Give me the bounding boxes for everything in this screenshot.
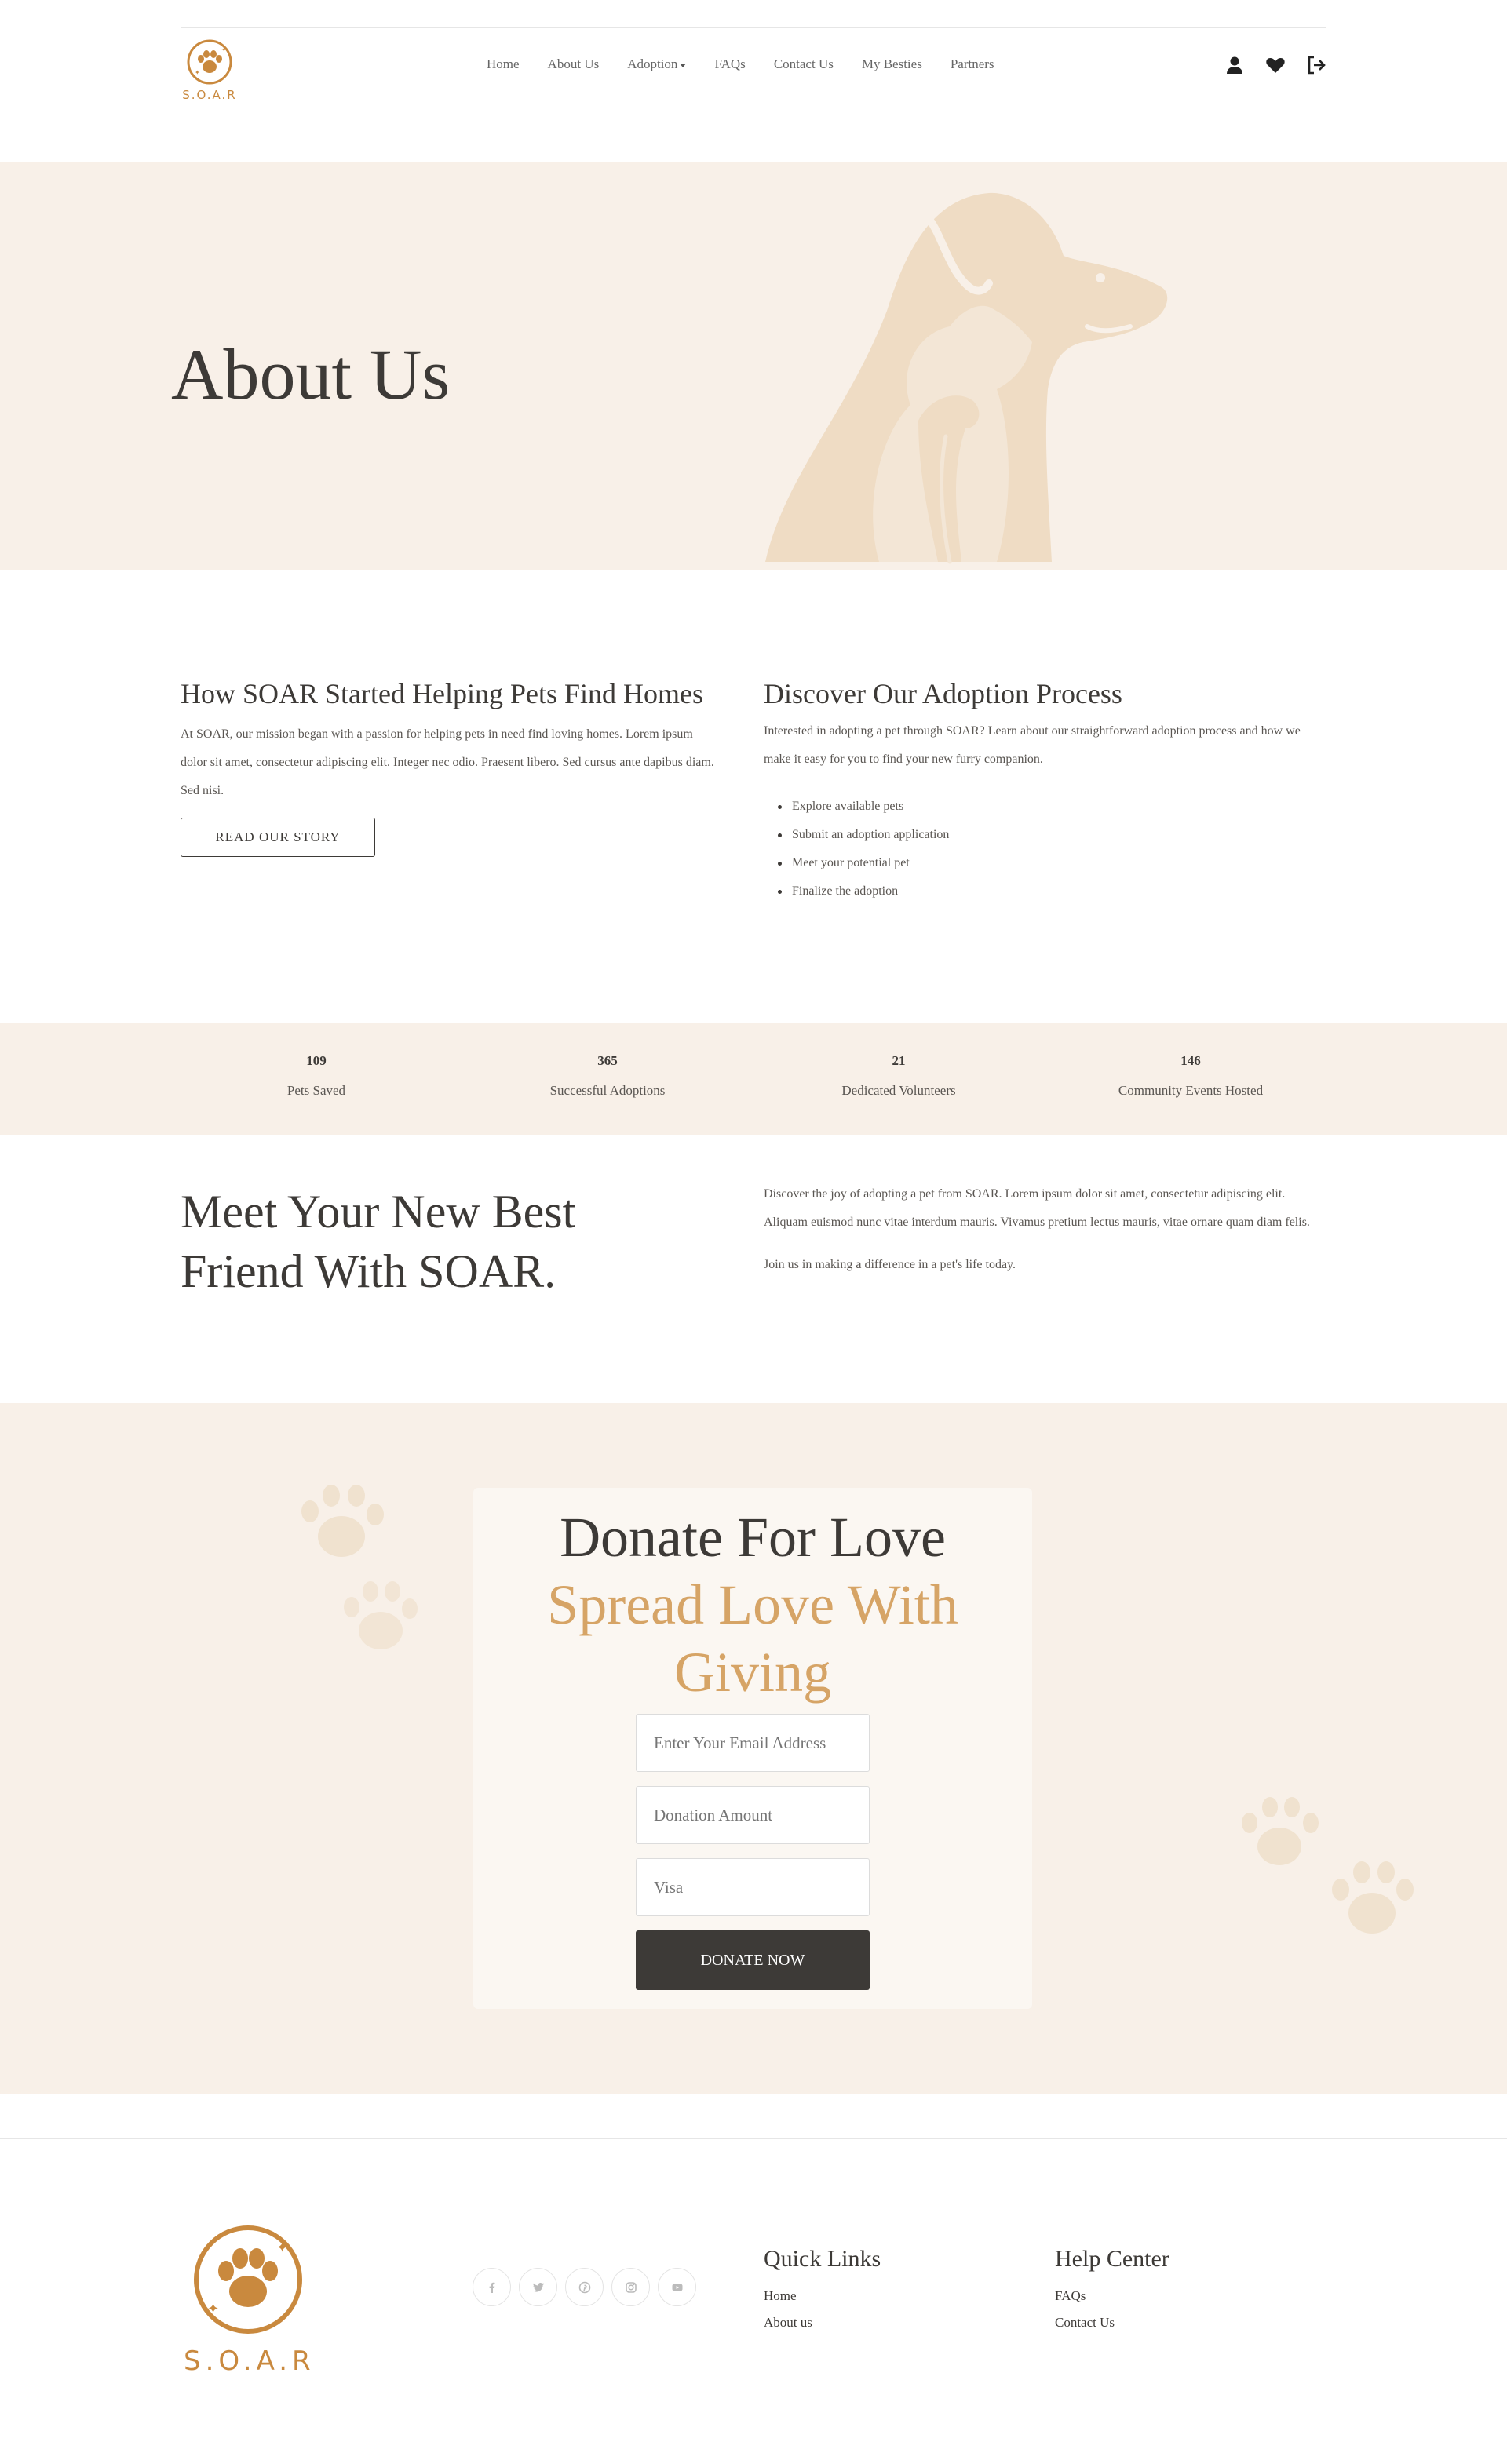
donate-now-button[interactable]: DONATE NOW bbox=[636, 1930, 870, 1990]
twitter-icon[interactable] bbox=[519, 2268, 557, 2306]
nav-my-besties[interactable]: My Besties bbox=[848, 56, 936, 72]
nav-about-us[interactable]: About Us bbox=[534, 56, 614, 72]
paw-print-icon bbox=[301, 1485, 418, 1649]
nav-adoption-label: Adoption bbox=[627, 56, 678, 71]
paw-print-icon bbox=[1242, 1797, 1414, 1934]
nav-contact-us[interactable]: Contact Us bbox=[760, 56, 848, 72]
process-step: Submit an adoption application bbox=[778, 821, 1329, 849]
stat-label: Community Events Hosted bbox=[1118, 1083, 1264, 1098]
instagram-icon[interactable] bbox=[611, 2268, 650, 2306]
nav-faqs[interactable]: FAQs bbox=[700, 56, 759, 72]
email-field[interactable] bbox=[636, 1714, 870, 1772]
footer-link-faqs[interactable]: FAQs bbox=[1055, 2288, 1169, 2304]
nav-adoption[interactable]: Adoption bbox=[613, 56, 700, 72]
stat-label: Successful Adoptions bbox=[549, 1083, 666, 1098]
process-column: Discover Our Adoption Process Interested… bbox=[764, 676, 1329, 906]
stat-pets-saved: 109 Pets Saved bbox=[199, 1053, 434, 1099]
meet-text: Discover the joy of adopting a pet from … bbox=[764, 1180, 1329, 1279]
stat-label: Pets Saved bbox=[286, 1083, 346, 1098]
user-icon[interactable] bbox=[1224, 55, 1245, 75]
svg-text:✦: ✦ bbox=[207, 2301, 219, 2316]
nav-home[interactable]: Home bbox=[473, 56, 534, 72]
footer-link-contact-us[interactable]: Contact Us bbox=[1055, 2315, 1169, 2331]
footer-logo[interactable]: ✦ ✦ S.O.A.R bbox=[184, 2221, 312, 2377]
main-nav: Home About Us Adoption FAQs Contact Us M… bbox=[473, 56, 1009, 72]
meet-paragraph: Discover the joy of adopting a pet from … bbox=[764, 1187, 1310, 1229]
story-title: How SOAR Started Helping Pets Find Homes bbox=[181, 678, 703, 709]
help-center-column: Help Center FAQs Contact Us bbox=[1055, 2246, 1169, 2331]
donate-subtitle: Spread Love With Giving bbox=[547, 1573, 958, 1704]
process-text: Interested in adopting a pet through SOA… bbox=[764, 724, 1301, 766]
about-info-section: How SOAR Started Helping Pets Find Homes… bbox=[0, 570, 1507, 1023]
nav-actions bbox=[1224, 55, 1326, 75]
stat-value: 109 bbox=[306, 1053, 327, 1068]
stat-value: 365 bbox=[597, 1053, 618, 1068]
caret-down-icon bbox=[680, 63, 687, 67]
hero-banner: About Us bbox=[0, 162, 1507, 570]
story-column: How SOAR Started Helping Pets Find Homes… bbox=[181, 676, 722, 857]
social-links bbox=[473, 2268, 696, 2306]
site-header: ✦ ✦ S.O.A.R Home About Us Adoption FAQs … bbox=[0, 27, 1507, 162]
svg-text:✦: ✦ bbox=[221, 46, 227, 53]
facebook-icon[interactable] bbox=[473, 2268, 511, 2306]
donate-form: DONATE NOW bbox=[636, 1714, 870, 1990]
paw-logo-icon: ✦ ✦ bbox=[194, 2225, 302, 2334]
help-center-title: Help Center bbox=[1055, 2246, 1169, 2272]
paw-logo-icon: ✦ ✦ bbox=[187, 39, 232, 85]
donate-card: Donate For Love Spread Love With Giving … bbox=[473, 1488, 1032, 2009]
process-step: Finalize the adoption bbox=[778, 877, 1329, 906]
page-title: About Us bbox=[171, 334, 451, 414]
stat-value: 146 bbox=[1180, 1053, 1201, 1068]
process-step: Explore available pets bbox=[778, 793, 1329, 821]
site-footer: ✦ ✦ S.O.A.R Quick Links Home About us He… bbox=[0, 2138, 1507, 2464]
nav-partners[interactable]: Partners bbox=[936, 56, 1009, 72]
story-text: At SOAR, our mission began with a passio… bbox=[181, 727, 714, 797]
svg-text:✦: ✦ bbox=[195, 69, 200, 76]
footer-link-about-us[interactable]: About us bbox=[764, 2315, 881, 2331]
donate-section: Donate For Love Spread Love With Giving … bbox=[0, 1403, 1507, 2094]
quick-links-title: Quick Links bbox=[764, 2246, 881, 2272]
stat-dedicated-volunteers: 21 Dedicated Volunteers bbox=[781, 1053, 1016, 1099]
heart-icon[interactable] bbox=[1265, 55, 1286, 75]
meet-paragraph: Join us in making a difference in a pet'… bbox=[764, 1258, 1016, 1271]
stats-bar: 109 Pets Saved 365 Successful Adoptions … bbox=[0, 1023, 1507, 1135]
process-step: Meet your potential pet bbox=[778, 849, 1329, 877]
footer-link-home[interactable]: Home bbox=[764, 2288, 881, 2304]
dog-cat-silhouette-icon bbox=[765, 192, 1168, 564]
quick-links-column: Quick Links Home About us bbox=[764, 2246, 881, 2331]
youtube-icon[interactable] bbox=[658, 2268, 696, 2306]
navbar: ✦ ✦ S.O.A.R Home About Us Adoption FAQs … bbox=[181, 27, 1326, 105]
stat-successful-adoptions: 365 Successful Adoptions bbox=[490, 1053, 725, 1099]
donate-title: Donate For Love bbox=[560, 1506, 946, 1569]
donation-amount-field[interactable] bbox=[636, 1786, 870, 1844]
process-title: Discover Our Adoption Process bbox=[764, 678, 1122, 709]
stat-value: 21 bbox=[892, 1053, 906, 1068]
meet-title: Meet Your New Best Friend With SOAR. bbox=[181, 1186, 576, 1297]
logo-text: S.O.A.R bbox=[182, 88, 237, 102]
meet-section: Meet Your New Best Friend With SOAR. Dis… bbox=[0, 1135, 1507, 1403]
stat-community-events: 146 Community Events Hosted bbox=[1073, 1053, 1308, 1099]
logo-text: S.O.A.R bbox=[184, 2346, 316, 2377]
pinterest-icon[interactable] bbox=[565, 2268, 604, 2306]
process-steps-list: Explore available pets Submit an adoptio… bbox=[778, 793, 1329, 906]
logout-icon[interactable] bbox=[1306, 55, 1326, 75]
site-logo[interactable]: ✦ ✦ S.O.A.R bbox=[181, 38, 239, 102]
stat-label: Dedicated Volunteers bbox=[841, 1083, 956, 1098]
card-type-field[interactable] bbox=[636, 1858, 870, 1916]
read-our-story-button[interactable]: READ OUR STORY bbox=[181, 818, 375, 857]
svg-text:✦: ✦ bbox=[276, 2240, 288, 2255]
